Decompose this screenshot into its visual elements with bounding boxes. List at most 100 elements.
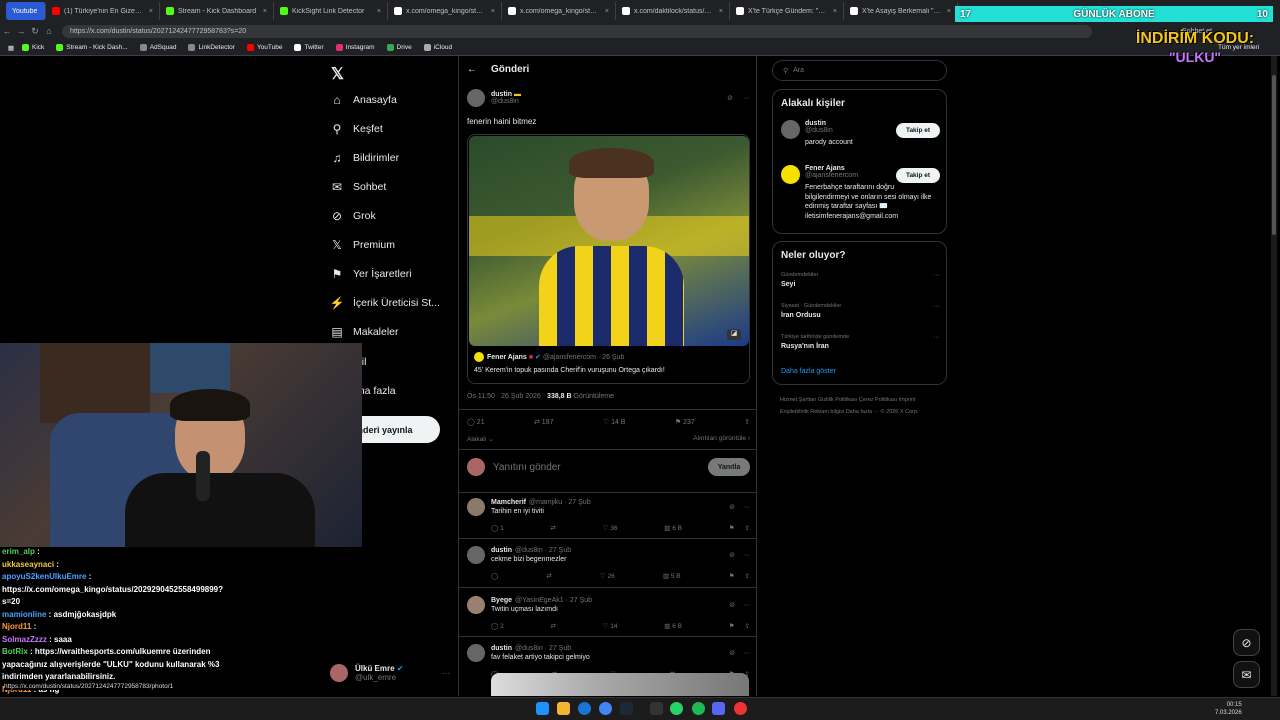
x-logo-icon[interactable]: 𝕏	[331, 64, 344, 84]
back-icon[interactable]: ←	[0, 26, 14, 36]
quoted-post[interactable]: ◪ Fener Ajans ■ ✔ @ajansfenercom · 26 Şu…	[467, 134, 750, 384]
person-avatar[interactable]	[781, 165, 800, 184]
bookmark-linkdetector[interactable]: LinkDetector	[188, 44, 235, 51]
reply-input[interactable]: Yanıtını gönder	[493, 462, 561, 473]
reload-icon[interactable]: ↻	[28, 26, 42, 37]
browser-tab[interactable]: Youtube	[6, 2, 46, 20]
edge-icon[interactable]	[578, 702, 591, 715]
reply-image[interactable]	[491, 673, 749, 696]
chrome-icon[interactable]	[599, 702, 612, 715]
grok-icon[interactable]: ⊘	[729, 551, 735, 559]
close-tab-icon[interactable]: ×	[719, 8, 723, 15]
grok-icon[interactable]: ⊘	[729, 649, 735, 657]
nav-item-makaleler[interactable]: ▤ Makaleler	[330, 325, 398, 339]
discord-icon[interactable]	[712, 702, 725, 715]
grok-icon[interactable]: ⊘	[727, 94, 733, 102]
reply-button[interactable]: Yanıtla	[708, 458, 750, 476]
bookmark-adsquad[interactable]: AdSquad	[139, 44, 176, 51]
file-explorer-icon[interactable]	[557, 702, 570, 715]
trend-more-icon[interactable]: ···	[933, 303, 940, 310]
nav-item-sohbet[interactable]: ✉ Sohbet	[330, 180, 386, 194]
show-more-link[interactable]: Daha fazla göster	[781, 368, 836, 375]
spotify-icon[interactable]	[692, 702, 705, 715]
search-input[interactable]: Ara	[793, 67, 804, 74]
views-action[interactable]: ▥ 5 B	[663, 572, 681, 580]
reply-action[interactable]: ◯ 2	[491, 622, 504, 630]
browser-tab[interactable]: x.com/omega_kingo/status/20... ×	[502, 2, 616, 20]
footer-links[interactable]: Hizmet Şartları Gizlilik Politikası Çere…	[780, 394, 940, 418]
share-icon[interactable]: ⇪	[744, 418, 750, 426]
nav-item-premium[interactable]: 𝕏 Premium	[330, 238, 395, 252]
browser-tab[interactable]: x.com/daktilock/status/202949... ×	[616, 2, 730, 20]
close-tab-icon[interactable]: ×	[833, 8, 837, 15]
heart-action[interactable]: ♡ 26	[600, 572, 615, 580]
bookmark-kick[interactable]: Kick	[22, 44, 44, 51]
nav-item-grok[interactable]: ⊘ Grok	[330, 209, 376, 223]
heart-action[interactable]: ♡ 14	[603, 622, 618, 630]
chat-username[interactable]: ukkaseaynaci	[2, 560, 54, 569]
related-person[interactable]: Fener Ajans @ajansfenercom Fenerbahçe tara…	[781, 165, 940, 221]
chat-username[interactable]: Njord11	[2, 622, 31, 631]
reply-author[interactable]: dustin	[491, 645, 512, 652]
reply-post[interactable]: Mamcherif @mamjiku · 27 Şub Tarihin en iyi…	[467, 498, 750, 532]
more-icon[interactable]: ···	[442, 669, 450, 678]
reply-post[interactable]: Byege @YasinEgeAk1 · 27 Şub Twitin uçması …	[467, 596, 750, 630]
repost-action[interactable]: ⇄ 197	[534, 418, 554, 426]
bookmark-icon[interactable]: ⚑	[729, 525, 735, 532]
forward-icon[interactable]: →	[14, 26, 28, 36]
reply-post[interactable]: dustin @dus8in · 27 Şub cekme bizi begenme…	[467, 546, 750, 580]
grok-icon[interactable]: ⊘	[729, 503, 735, 511]
reply-more-icon[interactable]: ···	[743, 504, 750, 511]
reply-author[interactable]: Mamcherif	[491, 499, 526, 506]
reply-more-icon[interactable]: ···	[743, 552, 750, 559]
reply-avatar[interactable]	[467, 498, 485, 516]
share-icon[interactable]: ⇪	[745, 525, 750, 532]
close-tab-icon[interactable]: ×	[605, 8, 609, 15]
repost-action[interactable]: ⇄	[550, 524, 555, 532]
bookmark-stream-kick-dash[interactable]: Stream - Kick Dash...	[56, 44, 128, 51]
chat-username[interactable]: SolmazZzzz	[2, 635, 47, 644]
reply-action[interactable]: ◯	[491, 572, 498, 580]
views-action[interactable]: ▥ 6 B	[664, 524, 682, 532]
windows-start-icon[interactable]	[536, 702, 549, 715]
views-action[interactable]: ▥ 6 B	[664, 622, 682, 630]
url-field[interactable]: https://x.com/dustin/status/202712424777…	[62, 24, 1092, 38]
post-author-name[interactable]: dustin	[491, 91, 512, 98]
bookmark-drive[interactable]: Drive	[386, 44, 412, 51]
quoted-video[interactable]: ◪	[469, 136, 749, 346]
bookmark-youtube[interactable]: YouTube	[246, 44, 282, 51]
gif-icon[interactable]: ◪	[727, 329, 741, 340]
reply-author[interactable]: dustin	[491, 547, 512, 554]
bookmark-icloud[interactable]: iCloud	[423, 44, 452, 51]
reply-author[interactable]: Byege	[491, 597, 512, 604]
chat-username[interactable]: mamionline	[2, 610, 46, 619]
messages-float-icon[interactable]: ✉	[1233, 661, 1260, 688]
clock-time[interactable]: 00:15	[1215, 701, 1242, 709]
trend-more-icon[interactable]: ···	[933, 334, 940, 341]
share-icon[interactable]: ⇪	[745, 623, 750, 630]
search-box[interactable]: ⚲ Ara	[772, 60, 947, 81]
close-tab-icon[interactable]: ×	[263, 8, 267, 15]
chat-username[interactable]: apoyuS2kenUlkuEmre	[2, 572, 86, 581]
clock-date[interactable]: 7.03.2026	[1215, 709, 1242, 717]
bookmark-instagram[interactable]: Instagram	[335, 44, 375, 51]
trend-item[interactable]: Gündemdekiler Seyi ···	[781, 272, 940, 288]
reply-action[interactable]: ◯ 1	[491, 524, 504, 532]
trend-item[interactable]: Siyaset · Gündemdekiler İran Ordusu ···	[781, 303, 940, 319]
follow-button[interactable]: Takip et	[896, 123, 940, 138]
app-icon[interactable]	[650, 702, 663, 715]
repost-action[interactable]: ⇄	[546, 572, 551, 580]
grok-icon[interactable]: ⊘	[729, 601, 735, 609]
trend-item[interactable]: Türkiye tarihinde gündemde Rusya'nın İran…	[781, 334, 940, 350]
reply-avatar[interactable]	[467, 596, 485, 614]
browser-tab[interactable]: x.com/omega_kingo/status/20... ×	[388, 2, 502, 20]
bookmark-icon[interactable]: ⚑	[729, 573, 735, 580]
person-name[interactable]: dustin	[805, 120, 826, 127]
post-more-icon[interactable]: ···	[743, 95, 750, 102]
nav-item-anasayfa[interactable]: ⌂ Anasayfa	[330, 93, 396, 107]
reply-action[interactable]: ◯ 21	[467, 418, 485, 426]
scrollbar-thumb[interactable]	[1272, 75, 1276, 235]
trend-more-icon[interactable]: ···	[933, 272, 940, 279]
heart-action[interactable]: ♡ 36	[603, 524, 618, 532]
grok-float-icon[interactable]: ⊘	[1233, 629, 1260, 656]
